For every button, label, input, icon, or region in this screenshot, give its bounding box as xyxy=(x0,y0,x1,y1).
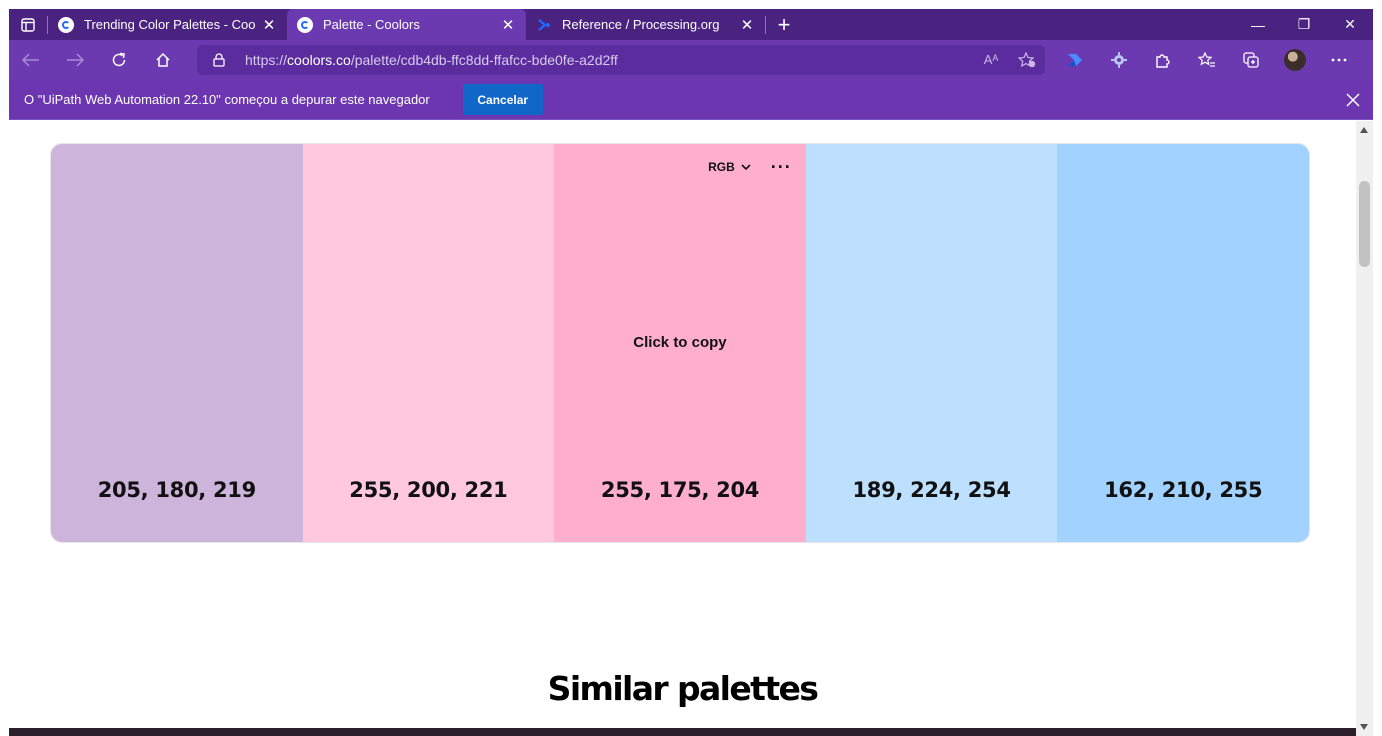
home-icon xyxy=(156,52,170,67)
gear-extension-button[interactable] xyxy=(1097,40,1141,80)
tab-title: Trending Color Palettes - Coolors xyxy=(84,17,255,32)
refresh-button[interactable] xyxy=(97,40,141,80)
color-swatch[interactable]: 255, 200, 221 xyxy=(302,144,555,542)
chevron-down-icon xyxy=(741,164,751,171)
cancel-button[interactable]: Cancelar xyxy=(462,84,543,115)
refresh-icon xyxy=(112,52,126,67)
swatch-rgb-value[interactable]: 255, 200, 221 xyxy=(349,478,507,502)
coolors-icon xyxy=(297,16,313,33)
swatch-rgb-value[interactable]: 205, 180, 219 xyxy=(98,478,256,502)
toolbar-extensions xyxy=(1053,40,1361,80)
processing-icon xyxy=(536,17,552,33)
power-automate-icon xyxy=(1068,54,1082,66)
add-favorite-button[interactable] xyxy=(1009,52,1045,68)
url-path: /palette/cdb4db-ffc8dd-ffafcc-bde0fe-a2d… xyxy=(350,52,618,68)
tab-title: Palette - Coolors xyxy=(323,17,420,32)
gear-icon xyxy=(1111,52,1127,68)
favorites-list-icon xyxy=(1198,52,1215,67)
scroll-up-arrow-icon[interactable] xyxy=(1360,127,1368,133)
infobar-close-button[interactable] xyxy=(1333,80,1373,120)
puzzle-icon xyxy=(1156,54,1170,68)
minimize-button[interactable]: — xyxy=(1235,9,1281,40)
window-frame-right xyxy=(1373,0,1382,736)
tab-actions-button[interactable] xyxy=(9,9,47,40)
scrollbar-thumb[interactable] xyxy=(1359,181,1370,267)
color-swatch[interactable]: 189, 224, 254 xyxy=(805,144,1058,542)
debugging-infobar: O "UiPath Web Automation 22.10" começou … xyxy=(9,80,1373,120)
scroll-down-arrow-icon[interactable] xyxy=(1360,724,1368,730)
close-icon xyxy=(1346,92,1360,107)
more-horizontal-icon xyxy=(1331,58,1347,62)
home-button[interactable] xyxy=(141,40,185,80)
window-frame-left xyxy=(0,0,9,736)
format-selector[interactable]: RGB xyxy=(708,160,753,174)
similar-palettes-preview-edge xyxy=(9,728,1356,736)
collections-button[interactable] xyxy=(1229,40,1273,80)
profile-button[interactable] xyxy=(1273,40,1317,80)
color-swatch[interactable]: 205, 180, 219 xyxy=(51,144,303,542)
collections-icon xyxy=(1243,52,1259,68)
new-tab-button[interactable]: + xyxy=(766,9,802,40)
infobar-message: O "UiPath Web Automation 22.10" começou … xyxy=(24,92,430,107)
tab-palette[interactable]: Palette - Coolors ✕ xyxy=(287,9,526,40)
color-swatch[interactable]: 162, 210, 255 xyxy=(1057,144,1309,542)
avatar xyxy=(1284,49,1306,71)
settings-menu-button[interactable] xyxy=(1317,40,1361,80)
tab-title: Reference / Processing.org xyxy=(562,17,720,32)
address-bar-actions: Aᴬ xyxy=(973,52,1045,68)
tab-trending-palettes[interactable]: Trending Color Palettes - Coolors ✕ xyxy=(48,9,287,40)
read-aloud-button[interactable]: Aᴬ xyxy=(973,52,1009,68)
tab-close-button[interactable]: ✕ xyxy=(261,16,277,34)
lock-icon xyxy=(213,53,231,67)
arrow-right-icon xyxy=(67,53,84,67)
swatch-rgb-value[interactable]: 255, 175, 204 xyxy=(601,478,759,502)
tab-close-button[interactable]: ✕ xyxy=(739,16,755,34)
tab-strip: Trending Color Palettes - Coolors ✕ Pale… xyxy=(9,9,1373,40)
extensions-button[interactable] xyxy=(1141,40,1185,80)
palette-strip: 205, 180, 219 255, 200, 221 RGB ··· Clic… xyxy=(50,143,1310,543)
coolors-icon xyxy=(58,16,74,33)
favorites-button[interactable] xyxy=(1185,40,1229,80)
click-to-copy-hint[interactable]: Click to copy xyxy=(554,334,806,351)
page-scrollbar[interactable] xyxy=(1356,121,1373,736)
swatch-controls: RGB ··· xyxy=(708,158,792,176)
url-host: coolors.co xyxy=(287,52,351,68)
tab-actions-icon xyxy=(21,17,35,32)
maximize-button[interactable]: ❐ xyxy=(1281,9,1327,40)
back-button[interactable] xyxy=(9,40,53,80)
page-content: 205, 180, 219 255, 200, 221 RGB ··· Clic… xyxy=(9,121,1356,736)
url-prefix: https:// xyxy=(245,52,288,68)
forward-button[interactable] xyxy=(53,40,97,80)
power-automate-button[interactable] xyxy=(1053,40,1097,80)
format-label: RGB xyxy=(708,160,735,174)
swatch-rgb-value[interactable]: 189, 224, 254 xyxy=(852,478,1010,502)
color-swatch-hovered[interactable]: RGB ··· Click to copy 255, 175, 204 xyxy=(554,144,806,542)
arrow-left-icon xyxy=(22,53,39,67)
tab-close-button[interactable]: ✕ xyxy=(500,16,516,34)
address-bar[interactable]: https://coolors.co/palette/cdb4db-ffc8dd… xyxy=(197,45,1045,75)
tab-processing-reference[interactable]: Reference / Processing.org ✕ xyxy=(526,9,765,40)
close-window-button[interactable]: ✕ xyxy=(1327,9,1373,40)
swatch-rgb-value[interactable]: 162, 210, 255 xyxy=(1104,478,1262,502)
browser-toolbar: https://coolors.co/palette/cdb4db-ffc8dd… xyxy=(9,40,1373,80)
browser-window: Trending Color Palettes - Coolors ✕ Pale… xyxy=(9,9,1373,736)
similar-palettes-heading: Similar palettes xyxy=(547,669,819,708)
window-controls: — ❐ ✕ xyxy=(1235,9,1373,40)
more-options-button[interactable]: ··· xyxy=(771,158,792,176)
star-add-icon xyxy=(1018,52,1036,68)
